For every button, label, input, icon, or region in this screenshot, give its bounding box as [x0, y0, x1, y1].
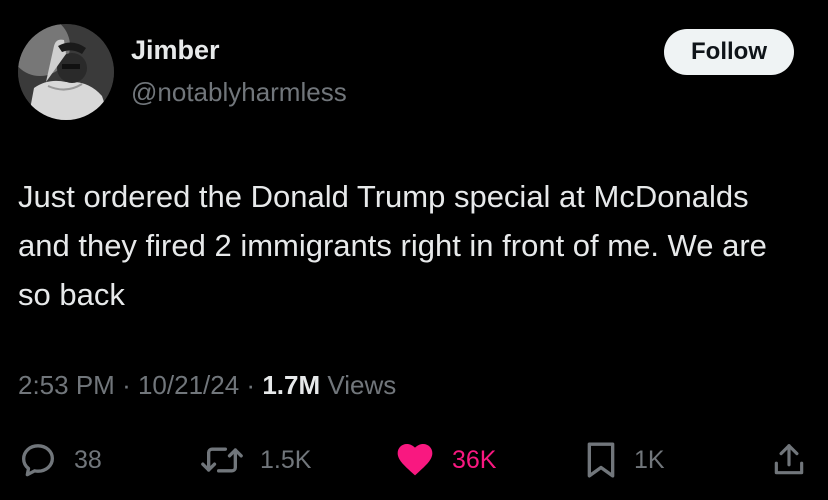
bookmark-icon	[587, 442, 615, 478]
tweet-date[interactable]: 10/21/24	[138, 370, 239, 400]
bookmark-button[interactable]: 1K	[584, 438, 665, 482]
repost-count: 1.5K	[260, 445, 312, 474]
like-button[interactable]: 36K	[394, 438, 496, 482]
meta-separator: ·	[122, 370, 131, 400]
action-bar: 38 1.5K 36K 1K	[0, 438, 828, 482]
author-avatar[interactable]	[18, 24, 114, 120]
bookmark-count: 1K	[634, 445, 665, 474]
reply-button[interactable]: 38	[18, 438, 102, 482]
tweet-meta: 2:53 PM · 10/21/24 · 1.7M Views	[18, 370, 396, 401]
repost-icon	[201, 447, 243, 473]
repost-button[interactable]: 1.5K	[200, 438, 311, 482]
author-handle[interactable]: @notablyharmless	[131, 77, 347, 108]
avatar-photo	[18, 24, 114, 120]
like-count: 36K	[452, 445, 497, 474]
views-label: Views	[327, 370, 397, 400]
reply-count: 38	[74, 445, 102, 474]
follow-button[interactable]: Follow	[664, 29, 794, 75]
reply-icon	[22, 444, 54, 477]
meta-separator: ·	[246, 370, 256, 400]
tweet-text: Just ordered the Donald Trump special at…	[18, 179, 767, 312]
share-icon	[774, 444, 804, 475]
share-button[interactable]	[770, 438, 808, 482]
heart-icon	[397, 444, 433, 476]
views-count: 1.7M	[262, 370, 321, 400]
tweet-time[interactable]: 2:53 PM	[18, 370, 115, 400]
author-name[interactable]: Jimber	[131, 35, 220, 66]
